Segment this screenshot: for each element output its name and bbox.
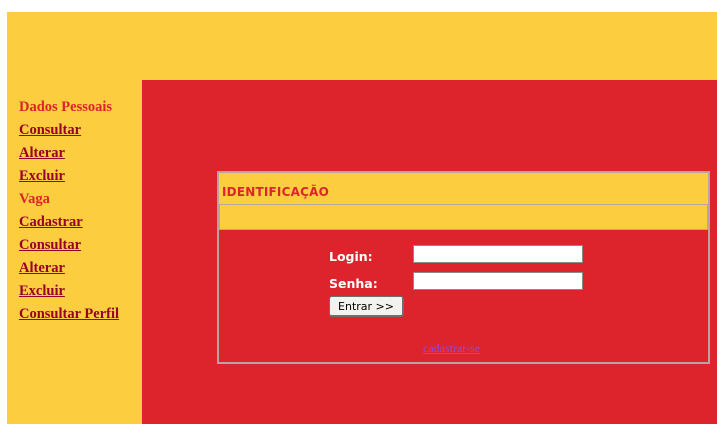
entrar-button[interactable]: Entrar >> [329, 296, 404, 317]
menu-link-vaga-excluir[interactable]: Excluir [19, 282, 119, 305]
register-link[interactable]: cadastrar-se [423, 341, 480, 356]
menu-link-vaga-consultar[interactable]: Consultar [19, 236, 119, 259]
login-panel-header: IDENTIFICAÇÃO [219, 173, 708, 204]
password-input[interactable] [413, 272, 583, 290]
menu-link-vaga-cadastrar[interactable]: Cadastrar [19, 213, 119, 236]
menu-link-dados-excluir[interactable]: Excluir [19, 167, 119, 190]
menu-heading-dados-pessoais: Dados Pessoais [19, 99, 113, 115]
sidebar-menu: Dados Pessoais Consultar Alterar Excluir… [19, 98, 119, 328]
login-panel-title: IDENTIFICAÇÃO [222, 185, 329, 199]
login-label: Login: [329, 249, 373, 264]
login-panel: IDENTIFICAÇÃO Login: Senha: Entrar >> ca… [217, 171, 710, 364]
menu-link-vaga-alterar[interactable]: Alterar [19, 259, 119, 282]
menu-link-dados-alterar[interactable]: Alterar [19, 144, 119, 167]
password-label: Senha: [329, 276, 378, 291]
menu-link-dados-consultar[interactable]: Consultar [19, 121, 119, 144]
top-banner [7, 12, 717, 80]
menu-heading-vaga: Vaga [19, 191, 50, 207]
menu-link-consultar-perfil[interactable]: Consultar Perfil [19, 305, 119, 328]
login-input[interactable] [413, 245, 583, 263]
login-panel-subheader [219, 204, 708, 230]
